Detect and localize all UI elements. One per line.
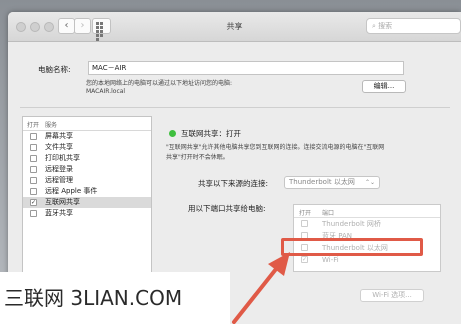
service-checkbox[interactable] — [30, 188, 37, 195]
port-row[interactable]: Thunderbolt 网桥 — [294, 218, 440, 230]
computer-name-hint: 您的本地网络上的电脑可以通过以下地址访问您的电脑: — [86, 80, 233, 87]
computer-name-field[interactable]: MAC－AIR — [88, 61, 404, 75]
on-column-header: 打开 — [27, 122, 40, 129]
service-label: 远程管理 — [45, 176, 73, 184]
service-checkbox[interactable] — [30, 166, 37, 173]
service-checkbox[interactable] — [30, 144, 37, 151]
watermark: 三联网 3LIAN.COM — [0, 272, 230, 324]
service-row[interactable]: 远程 Apple 事件 — [23, 186, 151, 197]
services-list-header: 打开 服务 — [23, 117, 151, 131]
computer-name-label: 电脑名称: — [38, 65, 71, 74]
status-text: 互联网共享：打开 — [181, 129, 241, 138]
service-row[interactable]: 远程管理 — [23, 175, 151, 186]
service-label: 远程登录 — [45, 165, 73, 173]
share-from-label: 共享以下来源的连接: — [198, 179, 269, 188]
edit-button[interactable]: 编辑... — [362, 80, 406, 93]
chevron-updown-icon: ⌃⌄ — [364, 179, 375, 186]
service-row[interactable]: 屏幕共享 — [23, 131, 151, 142]
port-on-column-header: 打开 — [299, 210, 312, 217]
service-checkbox[interactable] — [30, 210, 37, 217]
services-rows: 屏幕共享文件共享打印机共享远程登录远程管理远程 Apple 事件 ✓ 互联网共享蓝牙… — [23, 131, 151, 219]
share-from-select[interactable]: Thunderbolt 以太网 ⌃⌄ — [284, 176, 380, 189]
service-checkbox[interactable] — [30, 155, 37, 162]
section-divider — [20, 107, 450, 108]
description-line1: "互联网共享"允许其他电脑共享您到互联网的连接。连接交流电源的电脑在"互联网 — [166, 144, 385, 151]
port-column-header: 端口 — [322, 210, 335, 217]
ports-list-header: 打开 端口 — [294, 205, 440, 218]
search-placeholder: 搜索 — [378, 22, 393, 30]
local-hostname: MACAIR.local — [86, 88, 126, 95]
wifi-highlight-box — [281, 238, 423, 256]
service-label: 打印机共享 — [45, 154, 80, 162]
share-to-label: 用以下端口共享给电脑: — [188, 204, 266, 213]
service-row[interactable]: 文件共享 — [23, 142, 151, 153]
service-label: 蓝牙共享 — [45, 209, 73, 217]
description-line2: 共享"打开时不会休眠。 — [166, 154, 229, 161]
service-row[interactable]: 远程登录 — [23, 164, 151, 175]
search-field[interactable]: ⌕ 搜索 — [366, 18, 461, 34]
service-checkbox[interactable]: ✓ — [30, 199, 37, 206]
service-checkbox[interactable] — [30, 177, 37, 184]
port-checkbox[interactable]: ✓ — [301, 256, 308, 263]
service-row[interactable]: 打印机共享 — [23, 153, 151, 164]
wifi-options-button[interactable]: Wi-Fi 选项... — [360, 289, 424, 302]
port-checkbox[interactable] — [301, 220, 308, 227]
share-from-value: Thunderbolt 以太网 — [289, 178, 355, 186]
status-indicator — [169, 130, 176, 137]
service-label: 互联网共享 — [45, 198, 80, 206]
service-checkbox[interactable] — [30, 133, 37, 140]
service-row[interactable]: ✓ 互联网共享 — [23, 197, 151, 208]
service-column-header: 服务 — [45, 122, 58, 129]
service-row[interactable]: 蓝牙共享 — [23, 208, 151, 219]
service-label: 文件共享 — [45, 143, 73, 151]
annotation-arrow-icon — [232, 252, 290, 324]
title-bar: ‹ › 共享 ⌕ 搜索 — [8, 12, 461, 42]
port-label: Thunderbolt 网桥 — [322, 220, 381, 228]
service-label: 远程 Apple 事件 — [45, 187, 98, 195]
service-label: 屏幕共享 — [45, 132, 73, 140]
search-icon: ⌕ — [372, 22, 376, 30]
